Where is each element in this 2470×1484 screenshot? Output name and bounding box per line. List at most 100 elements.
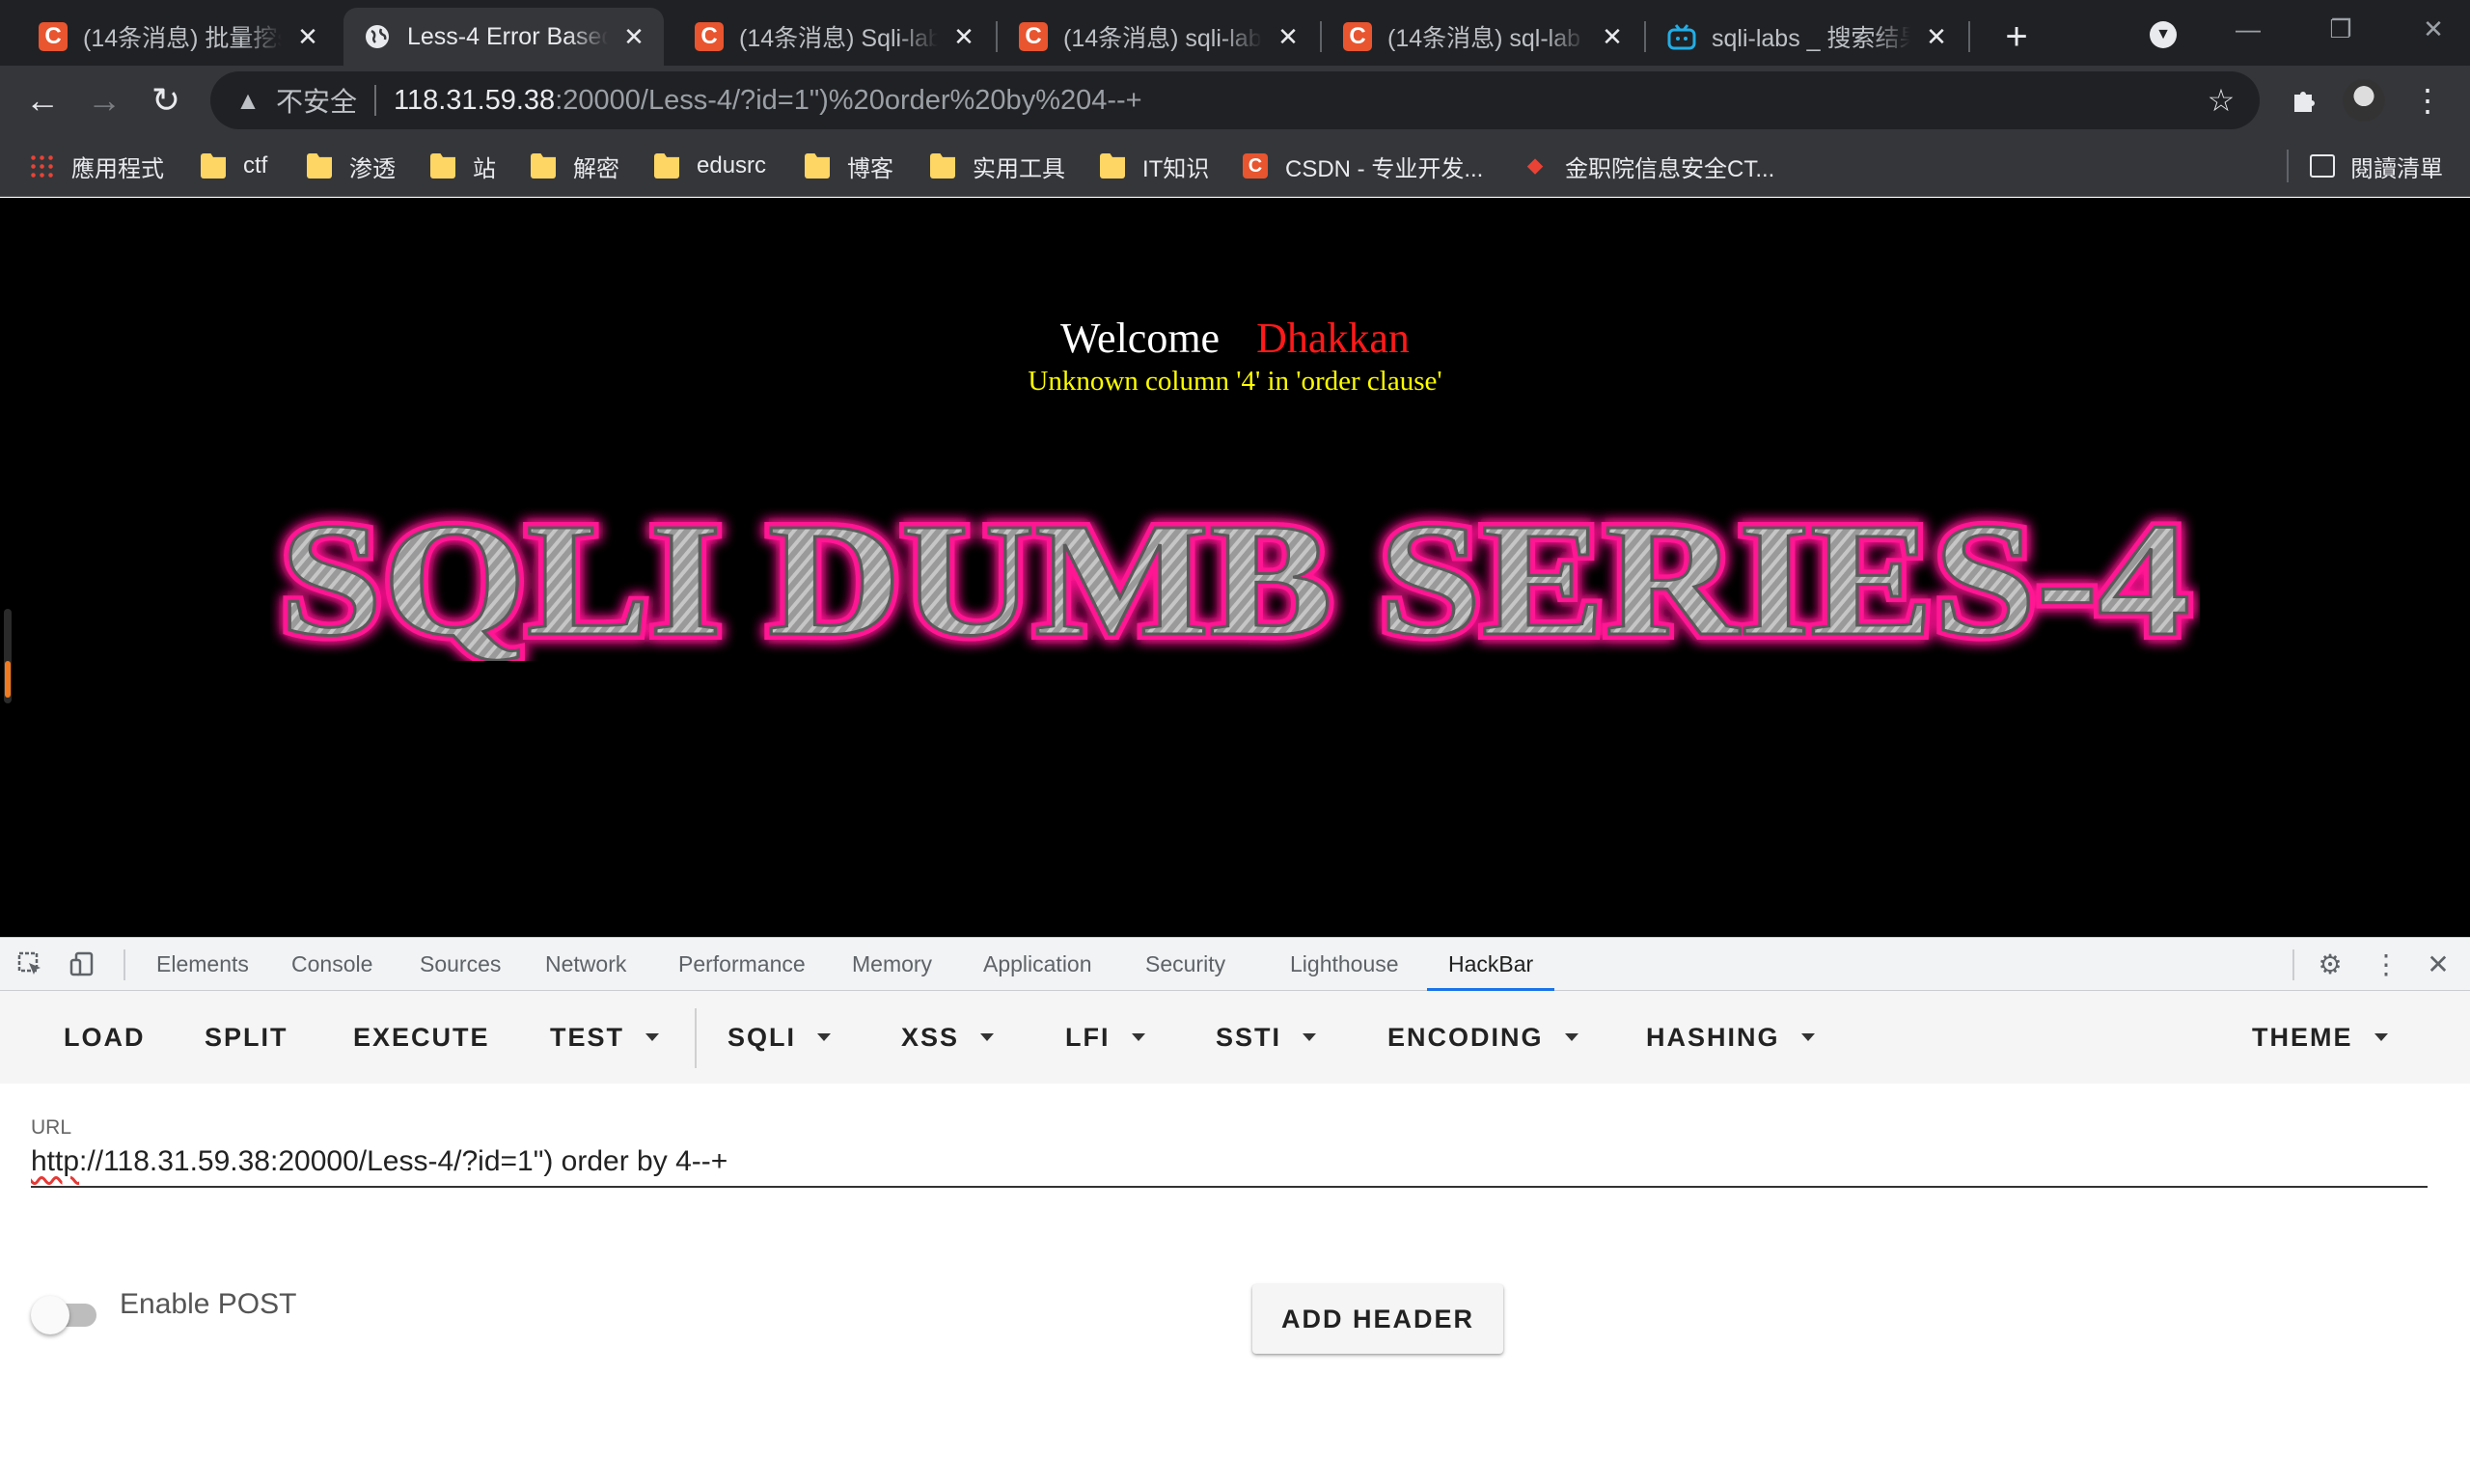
bookmark-folder[interactable]: 实用工具 xyxy=(930,147,1065,185)
minimize-button[interactable]: — xyxy=(2202,0,2294,58)
theme-menu[interactable]: THEME xyxy=(2252,1012,2388,1062)
folder-icon xyxy=(805,153,830,179)
devtools-tab-lighthouse[interactable]: Lighthouse xyxy=(1290,938,1399,990)
more-options-icon[interactable]: ⋮ xyxy=(2368,946,2404,982)
xss-menu[interactable]: XSS xyxy=(901,1012,995,1062)
bookmark-item[interactable]: ⬥ 金职院信息安全CT... xyxy=(1523,147,1775,185)
browser-tab[interactable]: sqli-labs _ 搜索结果 ✕ xyxy=(1648,8,1966,66)
ctf-icon: ⬥ xyxy=(1526,152,1544,179)
username-text: Dhakkan xyxy=(1256,315,1410,362)
folder-icon xyxy=(1100,153,1125,179)
hackbar-menu: LOAD SPLIT EXECUTE TEST SQLI XSS LFI SST… xyxy=(0,991,2470,1084)
bilibili-icon xyxy=(1667,22,1696,51)
bookmark-folder[interactable]: 博客 xyxy=(805,147,893,185)
bookmark-label: ctf xyxy=(243,152,268,179)
browser-tab[interactable]: C (14条消息) sql-lab ✕ xyxy=(1324,8,1642,66)
bookmark-item[interactable]: C CSDN - 专业开发... xyxy=(1243,147,1483,185)
bookmark-label: 金职院信息安全CT... xyxy=(1565,155,1775,182)
tab-search-button[interactable]: ▼ xyxy=(2144,15,2182,54)
hashing-menu[interactable]: HASHING xyxy=(1646,1012,1815,1062)
url-rest: ://118.31.59.38:20000/Less-4/?id=1") ord… xyxy=(79,1145,728,1177)
reading-list-button[interactable]: 閱讀清單 xyxy=(2287,147,2443,185)
device-toggle-icon[interactable] xyxy=(64,946,100,982)
bookmark-item[interactable]: 應用程式 xyxy=(29,147,164,185)
devtools-tab-console[interactable]: Console xyxy=(291,938,372,990)
devtools-tab-security[interactable]: Security xyxy=(1145,938,1225,990)
address-bar[interactable]: ▲ 不安全 118.31.59.38 :20000/Less-4/?id=1")… xyxy=(210,71,2260,129)
devtools-tab-performance[interactable]: Performance xyxy=(678,938,806,990)
settings-gear-icon[interactable]: ⚙ xyxy=(2312,946,2348,982)
lfi-menu[interactable]: LFI xyxy=(1065,1012,1145,1062)
csdn-icon: C xyxy=(1019,22,1048,51)
encoding-menu[interactable]: ENCODING xyxy=(1387,1012,1578,1062)
reload-button[interactable]: ↻ xyxy=(143,77,189,124)
close-icon[interactable]: ✕ xyxy=(1598,22,1627,51)
folder-icon xyxy=(930,153,955,179)
scroll-indicator xyxy=(4,609,12,703)
folder-icon xyxy=(307,153,332,179)
caret-down-icon xyxy=(2374,1033,2388,1041)
menu-label: THEME xyxy=(2252,1022,2353,1052)
devtools-tab-hackbar[interactable]: HackBar xyxy=(1426,938,1555,991)
bookmark-folder[interactable]: 解密 xyxy=(531,147,619,185)
sqli-menu[interactable]: SQLI xyxy=(727,1012,832,1062)
new-tab-button[interactable]: + xyxy=(1993,14,2040,60)
close-icon[interactable]: ✕ xyxy=(1922,22,1951,51)
inspect-element-icon[interactable] xyxy=(12,946,48,982)
split-button[interactable]: SPLIT xyxy=(205,1012,288,1062)
forward-button[interactable]: → xyxy=(81,77,127,124)
add-header-button[interactable]: ADD HEADER xyxy=(1252,1284,1503,1354)
toolbar-divider xyxy=(2292,949,2294,980)
menu-label: XSS xyxy=(901,1022,960,1052)
browser-tab[interactable]: C (14条消息) 批量挖s ✕ xyxy=(19,8,338,66)
close-devtools-icon[interactable]: ✕ xyxy=(2420,946,2456,982)
caret-down-icon xyxy=(1800,1033,1815,1041)
more-menu-icon[interactable]: ⋮ xyxy=(2404,77,2451,124)
devtools-tab-sources[interactable]: Sources xyxy=(420,938,501,990)
back-button[interactable]: ← xyxy=(19,77,66,124)
bookmark-folder[interactable]: 站 xyxy=(430,147,496,185)
devtools-tab-network[interactable]: Network xyxy=(545,938,626,990)
close-icon[interactable]: ✕ xyxy=(619,22,648,51)
browser-tab-active[interactable]: Less-4 Error Based ✕ xyxy=(343,8,664,66)
window-close-button[interactable]: ✕ xyxy=(2387,0,2470,58)
close-icon[interactable]: ✕ xyxy=(293,22,322,51)
load-button[interactable]: LOAD xyxy=(64,1012,146,1062)
test-menu[interactable]: TEST xyxy=(550,1012,660,1062)
tab-title: Less-4 Error Based xyxy=(407,22,608,50)
browser-tab[interactable]: C (14条消息) Sqli-lab ✕ xyxy=(675,8,994,66)
menu-label: SSTI xyxy=(1216,1022,1282,1052)
tab-separator xyxy=(1968,21,1970,52)
tab-separator xyxy=(996,21,998,52)
bookmark-folder[interactable]: IT知识 xyxy=(1100,147,1209,185)
ssti-menu[interactable]: SSTI xyxy=(1216,1012,1317,1062)
browser-tab[interactable]: C (14条消息) sqli-lab ✕ xyxy=(1000,8,1318,66)
close-icon[interactable]: ✕ xyxy=(949,22,978,51)
warning-icon[interactable]: ▲ xyxy=(232,84,264,117)
enable-post-toggle[interactable] xyxy=(31,1292,104,1334)
devtools-tab-memory[interactable]: Memory xyxy=(852,938,932,990)
bookmark-star-icon[interactable]: ☆ xyxy=(2202,81,2240,120)
profile-avatar[interactable] xyxy=(2343,79,2385,122)
bookmark-label: 渗透 xyxy=(349,155,396,182)
apps-icon xyxy=(29,153,54,179)
url-input[interactable]: http://118.31.59.38:20000/Less-4/?id=1")… xyxy=(31,1145,2428,1188)
menu-label: SPLIT xyxy=(205,1022,288,1052)
devtools-tab-application[interactable]: Application xyxy=(983,938,1092,990)
extensions-puzzle-icon[interactable] xyxy=(2281,77,2327,124)
bookmark-folder[interactable]: edusrc xyxy=(654,147,766,185)
tab-title: (14条消息) Sqli-lab xyxy=(739,25,938,52)
bookmark-divider xyxy=(2287,150,2289,182)
devtools-tabbar: Elements Console Sources Network Perform… xyxy=(0,937,2470,991)
welcome-line: Welcome Dhakkan xyxy=(0,314,2470,363)
execute-button[interactable]: EXECUTE xyxy=(353,1012,490,1062)
menu-label: TEST xyxy=(550,1022,625,1052)
menu-label: HASHING xyxy=(1646,1022,1780,1052)
security-label[interactable]: 不安全 xyxy=(276,81,357,120)
restore-button[interactable]: ❐ xyxy=(2294,0,2387,58)
bookmark-folder[interactable]: ctf xyxy=(201,147,267,185)
bookmark-folder[interactable]: 渗透 xyxy=(307,147,396,185)
close-icon[interactable]: ✕ xyxy=(1274,22,1303,51)
devtools-tab-elements[interactable]: Elements xyxy=(156,938,249,990)
menu-label: LOAD xyxy=(64,1022,146,1052)
